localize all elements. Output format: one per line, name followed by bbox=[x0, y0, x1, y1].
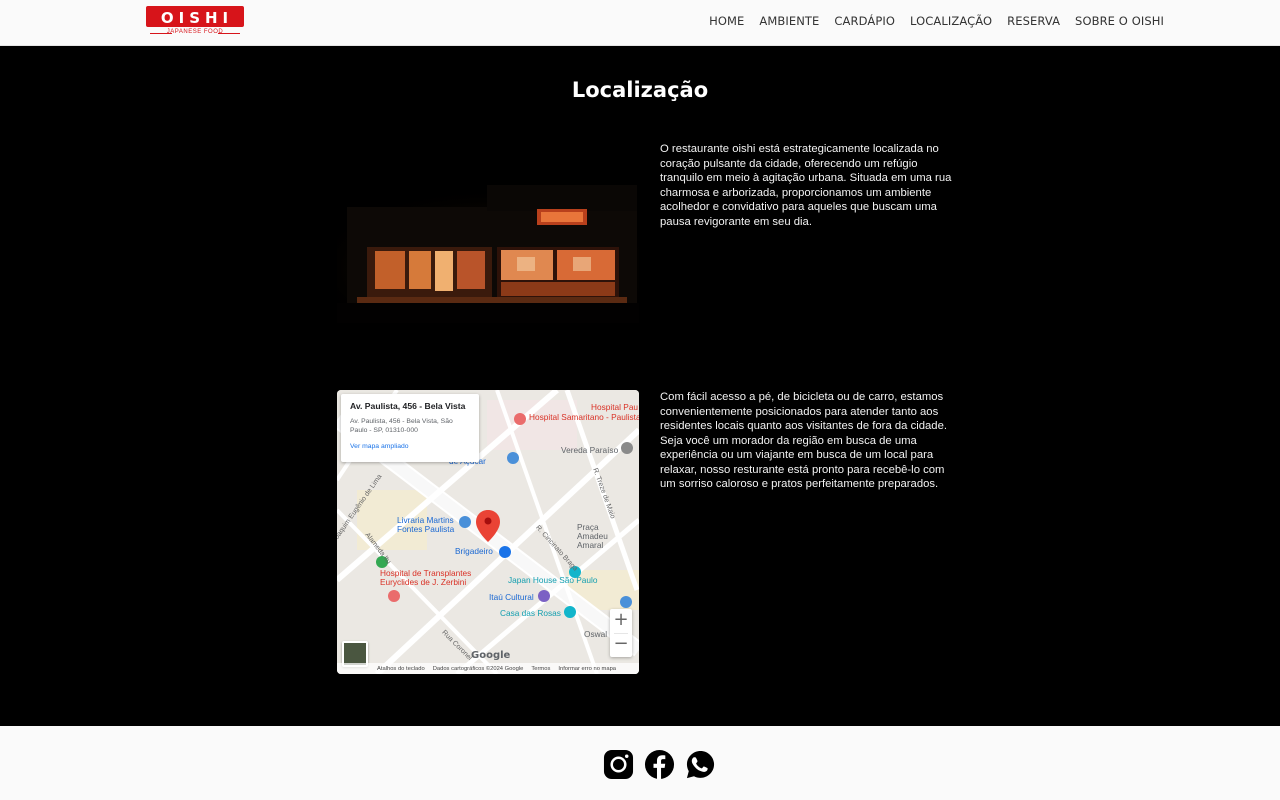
poi-brigadeiro[interactable]: Brigadeiro bbox=[455, 546, 493, 556]
poi-praca-amadeu[interactable]: Praça Amadeu Amaral bbox=[577, 523, 627, 550]
instagram-icon[interactable] bbox=[603, 749, 634, 780]
logo-line-right bbox=[218, 33, 240, 34]
site-footer bbox=[0, 726, 1280, 800]
site-header: OISHI JAPANESE FOOD HOME AMBIENTE CARDÁP… bbox=[0, 0, 1280, 46]
restaurant-photo bbox=[337, 137, 639, 323]
poi-casa-das-rosas[interactable]: Casa das Rosas bbox=[500, 608, 561, 618]
nav-home[interactable]: HOME bbox=[709, 14, 744, 28]
poi-japan-house[interactable]: Japan House São Paulo bbox=[508, 575, 598, 585]
location-paragraph-2: Com fácil acesso a pé, de bicicleta ou d… bbox=[660, 391, 947, 490]
zoom-divider bbox=[614, 633, 628, 634]
poi-hospital-samaritano[interactable]: Hospital Samaritano - Paulista bbox=[529, 412, 639, 422]
main-nav: HOME AMBIENTE CARDÁPIO LOCALIZAÇÃO RESER… bbox=[709, 14, 1164, 28]
social-links bbox=[603, 749, 716, 780]
map-zoom-control: + − bbox=[610, 609, 632, 657]
google-map[interactable]: Hospital Samaritano - Paulista Hospital … bbox=[337, 390, 639, 674]
poi-oswal[interactable]: Oswal bbox=[584, 629, 607, 639]
map-attribution: Atalhos do teclado Dados cartográficos ©… bbox=[337, 663, 639, 674]
whatsapp-icon[interactable] bbox=[685, 749, 716, 780]
map-data-text: Dados cartográficos ©2024 Google bbox=[432, 665, 524, 672]
logo-box: OISHI bbox=[146, 6, 244, 27]
poi-vereda[interactable]: Vereda Paraíso bbox=[561, 445, 618, 455]
nav-sobre[interactable]: SOBRE O OISHI bbox=[1075, 14, 1164, 28]
report-error-link[interactable]: Informar erro no mapa bbox=[558, 666, 616, 672]
map-info-card: Av. Paulista, 456 - Bela Vista Av. Pauli… bbox=[341, 394, 479, 462]
section-title: Localização bbox=[571, 78, 709, 102]
poi-itau-cultural[interactable]: Itaú Cultural bbox=[489, 592, 534, 602]
logo-subtitle: JAPANESE FOOD bbox=[166, 29, 224, 35]
view-larger-map-link[interactable]: Ver mapa ampliado bbox=[350, 443, 470, 450]
nav-localizacao[interactable]: LOCALIZAÇÃO bbox=[910, 14, 992, 28]
nav-reserva[interactable]: RESERVA bbox=[1007, 14, 1060, 28]
keyboard-shortcuts-link[interactable]: Atalhos do teclado bbox=[377, 666, 425, 672]
terms-link[interactable]: Termos bbox=[531, 666, 550, 672]
facebook-icon[interactable] bbox=[644, 749, 675, 780]
poi-hospital-pau[interactable]: Hospital Pau bbox=[591, 402, 638, 412]
poi-hospital-transplantes[interactable]: Hospital de Transplantes Euryclides de J… bbox=[380, 569, 490, 587]
map-card-title: Av. Paulista, 456 - Bela Vista bbox=[350, 401, 466, 411]
oishi-logo[interactable]: OISHI JAPANESE FOOD bbox=[146, 6, 246, 36]
zoom-out-button[interactable]: − bbox=[610, 633, 632, 657]
poi-livraria[interactable]: Livraria Martins Fontes Paulista bbox=[397, 516, 459, 534]
zoom-in-button[interactable]: + bbox=[610, 609, 632, 633]
location-paragraph-1: O restaurante oishi está estrategicament… bbox=[660, 143, 952, 228]
google-logo: Google bbox=[471, 650, 511, 661]
nav-ambiente[interactable]: AMBIENTE bbox=[759, 14, 819, 28]
nav-cardapio[interactable]: CARDÁPIO bbox=[834, 14, 895, 28]
logo-text: OISHI bbox=[160, 9, 234, 27]
map-card-address: Av. Paulista, 456 - Bela Vista, São Paul… bbox=[350, 418, 453, 434]
